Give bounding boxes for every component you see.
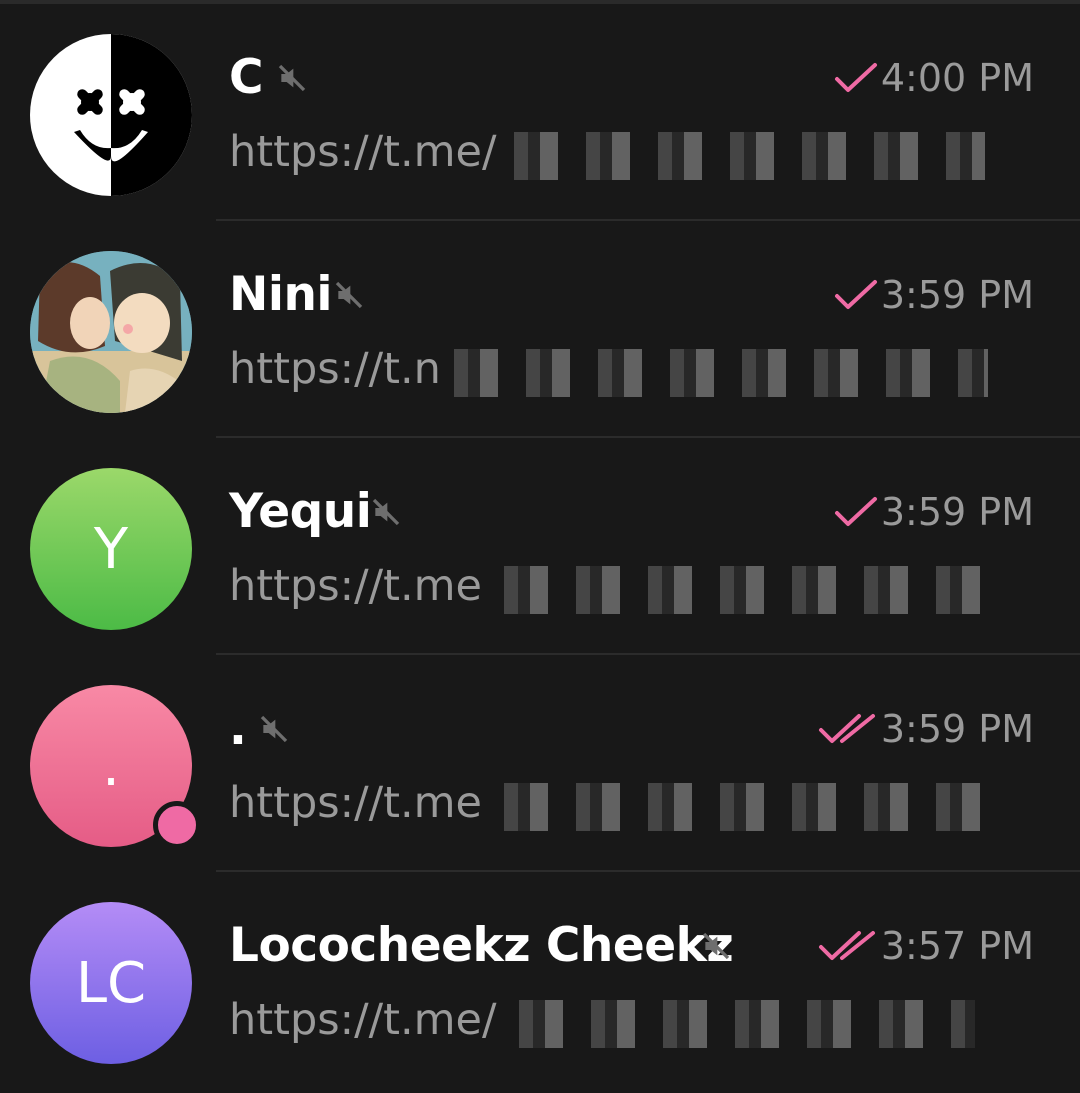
chat-name: . — [229, 701, 247, 756]
online-status-dot — [153, 801, 201, 849]
chat-row[interactable]: LC Lococheekz Cheekz 3:57 PM https://t.m… — [0, 872, 1080, 1089]
single-check-icon — [835, 497, 877, 526]
chat-preview: https://t.me — [229, 778, 483, 828]
redacted-text — [500, 132, 985, 180]
redacted-text — [490, 566, 985, 614]
chat-name: Yequi — [229, 484, 372, 539]
double-check-icon — [819, 931, 875, 960]
redacted-text — [490, 783, 985, 831]
chat-row[interactable]: Y Yequi 3:59 PM https://t.me — [0, 438, 1080, 655]
chat-row[interactable]: Nini 3:59 PM https://t.n — [0, 221, 1080, 438]
chat-name: Lococheekz Cheekz — [229, 918, 734, 973]
chat-name: C — [229, 50, 264, 105]
redacted-text — [505, 1000, 975, 1048]
double-check-icon — [819, 714, 875, 743]
mute-icon — [335, 281, 363, 309]
anime-couple-photo — [30, 251, 192, 413]
avatar[interactable] — [30, 251, 192, 413]
avatar[interactable] — [30, 34, 192, 196]
single-check-icon — [835, 63, 877, 92]
chat-time: 3:57 PM — [880, 924, 1034, 968]
single-check-icon — [835, 280, 877, 309]
chat-name: Nini — [229, 267, 333, 322]
chat-time: 3:59 PM — [880, 707, 1034, 751]
chat-preview: https://t.me/ — [229, 995, 497, 1045]
marshmello-face-icon — [74, 34, 192, 196]
avatar-initials: Y — [93, 516, 129, 582]
chat-preview: https://t.me — [229, 561, 483, 611]
redacted-text — [440, 349, 988, 397]
mute-icon — [372, 498, 400, 526]
chat-time: 3:59 PM — [880, 273, 1034, 317]
chat-time: 3:59 PM — [880, 490, 1034, 534]
avatar[interactable]: LC — [30, 902, 192, 1064]
avatar-initials: LC — [75, 950, 147, 1016]
avatar[interactable]: Y — [30, 468, 192, 630]
avatar-initials: . — [102, 733, 120, 799]
chat-time: 4:00 PM — [880, 56, 1034, 100]
chat-preview: https://t.n — [229, 344, 441, 394]
mute-icon — [278, 64, 306, 92]
mute-icon — [702, 932, 730, 960]
chat-row[interactable]: C 4:00 PM https://t.me/ — [0, 4, 1080, 221]
chat-preview: https://t.me/ — [229, 127, 497, 177]
mute-icon — [260, 715, 288, 743]
